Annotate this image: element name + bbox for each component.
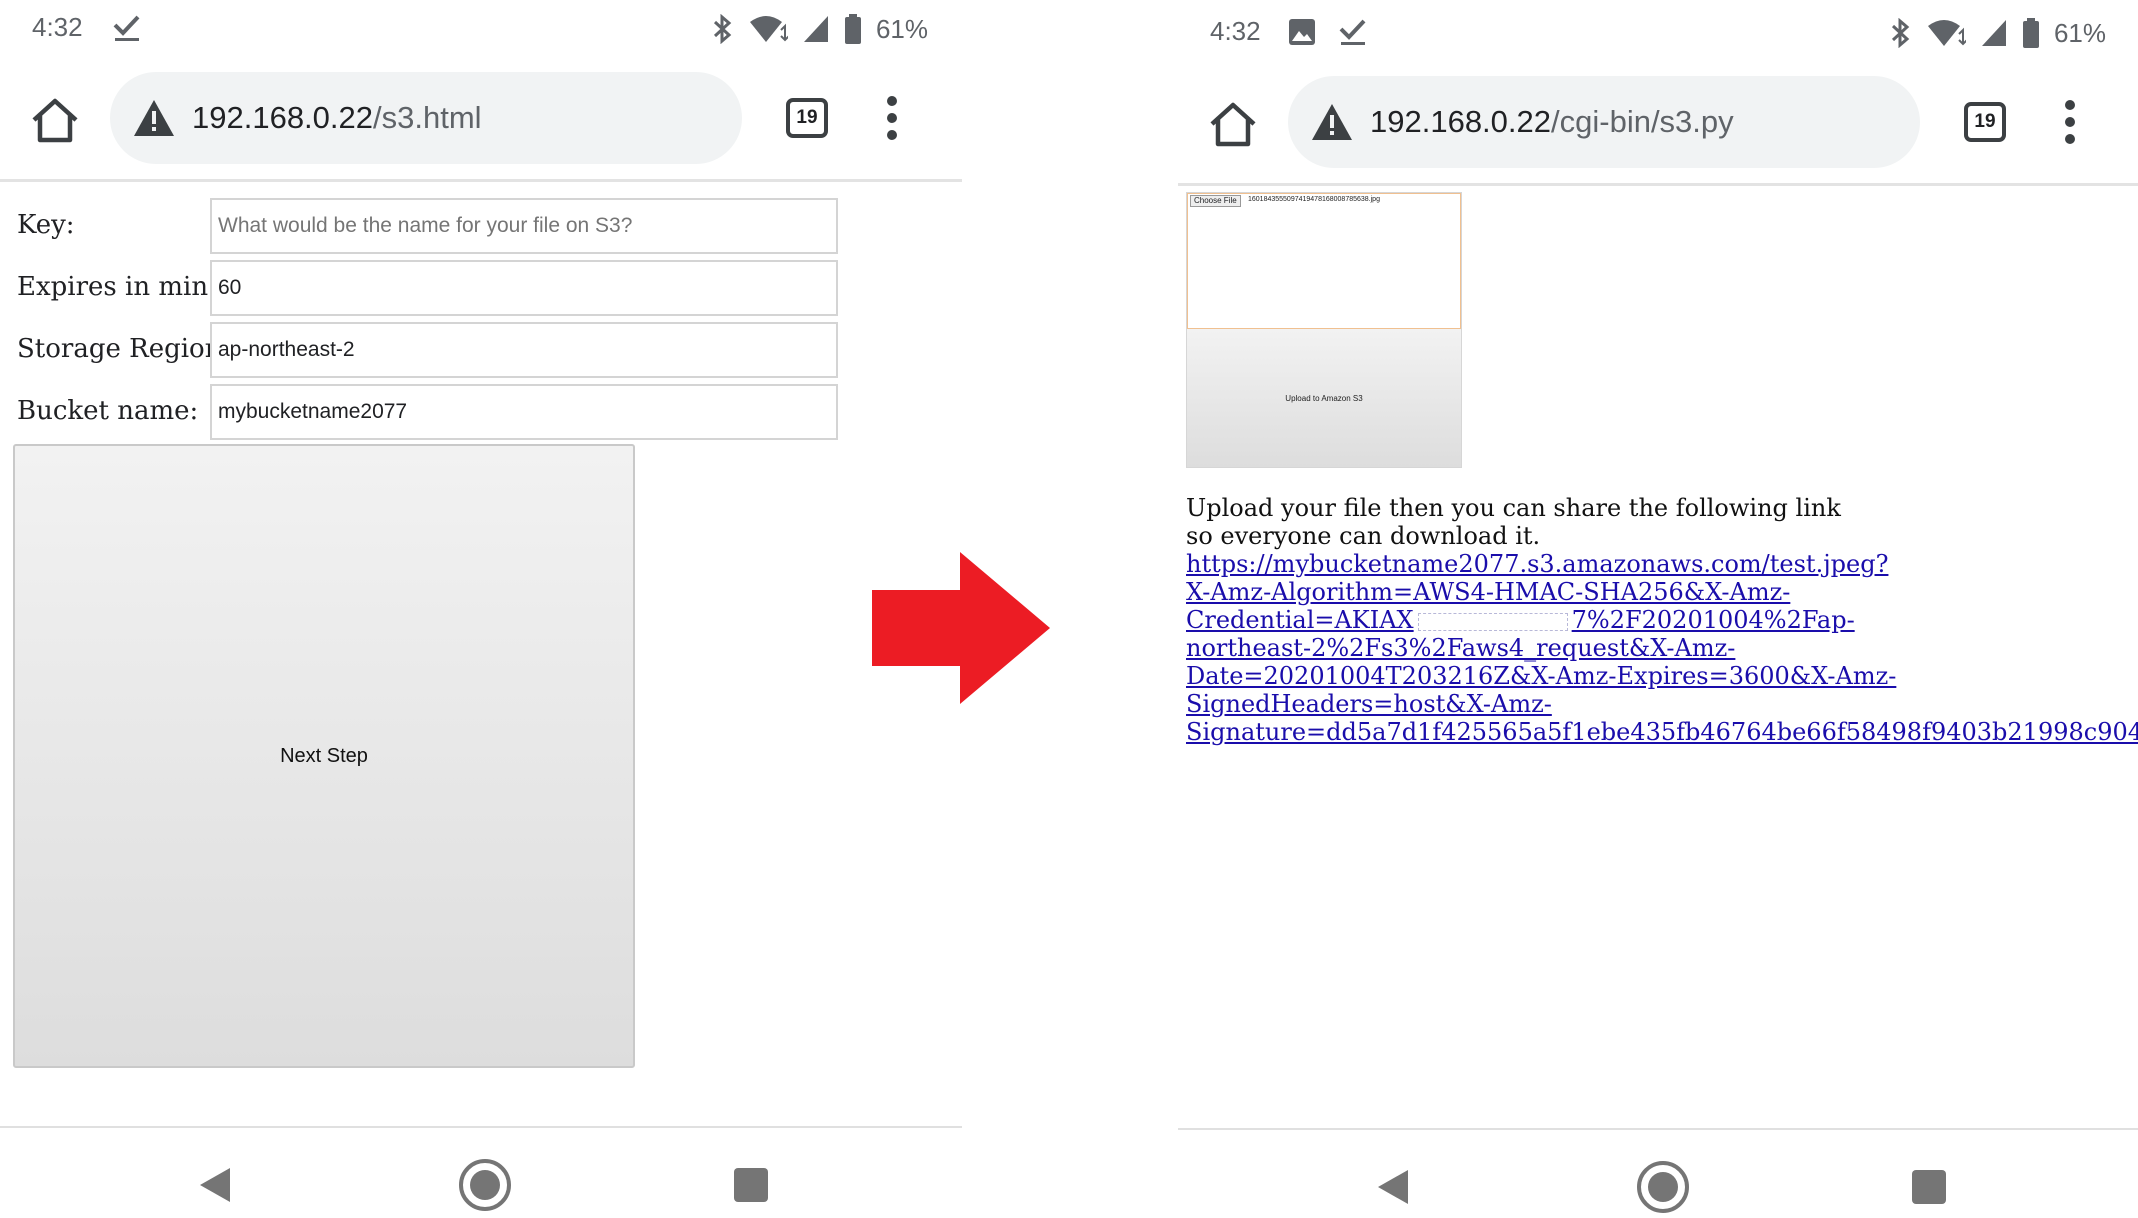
link-line: SignedHeaders=host&X-Amz-	[1186, 690, 1552, 718]
key-input[interactable]	[210, 198, 838, 254]
url-path: /cgi-bin/s3.py	[1551, 104, 1734, 139]
battery-percentage: 61%	[2053, 17, 2106, 48]
wifi-icon	[1927, 20, 1966, 46]
battery-icon	[844, 14, 861, 44]
link-line: https://mybucketname2077.s3.amazonaws.co…	[1186, 550, 1889, 578]
download-complete-icon	[1338, 16, 1368, 48]
region-row: Storage Region:	[0, 322, 962, 380]
tabs-count: 19	[1974, 111, 1996, 132]
recents-icon[interactable]	[734, 1168, 768, 1202]
status-icons: 61%	[712, 12, 928, 46]
image-icon	[1289, 19, 1315, 45]
checkmark-icon	[1339, 19, 1366, 45]
status-bar: 4:32 61%	[1178, 0, 2138, 58]
signal-icon	[1981, 20, 2006, 46]
bucket-input[interactable]	[210, 384, 838, 440]
address-bar[interactable]: 192.168.0.22/s3.html	[110, 72, 742, 164]
left-phone-screen: 4:32 61% 192.168.0.22/s3.html 19 Key: Ex…	[0, 0, 962, 1218]
region-input[interactable]	[210, 322, 838, 378]
redacted-credential	[1417, 612, 1568, 631]
battery-percentage: 61%	[875, 13, 928, 44]
menu-icon[interactable]	[2060, 100, 2080, 144]
browser-toolbar: 192.168.0.22/s3.html 19	[0, 58, 962, 182]
download-complete-icon	[112, 12, 142, 44]
status-time: 4:32	[1210, 16, 1261, 46]
bluetooth-icon	[1891, 18, 1910, 48]
link-line: X-Amz-Algorithm=AWS4-HMAC-SHA256&X-Amz-	[1186, 578, 1791, 606]
status-time: 4:32	[32, 12, 83, 42]
status-bar: 4:32 61%	[0, 0, 962, 58]
bucket-label: Bucket name:	[17, 396, 199, 426]
checkmark-icon	[113, 15, 140, 41]
wifi-icon	[749, 16, 788, 42]
home-circle-icon[interactable]	[458, 1158, 512, 1212]
bucket-row: Bucket name:	[0, 384, 962, 442]
url-text[interactable]: 192.168.0.22/s3.html	[192, 100, 482, 136]
link-line: northeast-2%2Fs3%2Faws4_request&X-Amz-	[1186, 634, 1736, 662]
back-icon[interactable]	[198, 1166, 232, 1204]
link-line: Credential=AKIAX	[1186, 606, 1414, 634]
expires-row: Expires in min.:	[0, 260, 962, 318]
choose-file-button[interactable]: Choose File	[1190, 195, 1241, 207]
tabs-icon[interactable]: 19	[1964, 102, 2006, 142]
url-host: 192.168.0.22	[1370, 104, 1552, 139]
menu-icon[interactable]	[882, 96, 902, 140]
region-label: Storage Region:	[17, 334, 231, 364]
next-step-button[interactable]: Next Step	[13, 444, 635, 1068]
back-icon[interactable]	[1376, 1168, 1410, 1206]
browser-toolbar: 192.168.0.22/cgi-bin/s3.py 19	[1178, 62, 2138, 186]
home-icon[interactable]	[30, 96, 80, 146]
selected-file-name: 1601843555097419478168008785638.jpg	[1248, 196, 1380, 203]
link-line: 7%2F20201004%2Fap-	[1571, 606, 1855, 634]
right-arrow-icon	[872, 552, 1050, 704]
battery-icon	[2022, 18, 2039, 48]
key-row: Key:	[0, 198, 962, 256]
file-input-area[interactable]: Choose File 1601843555097419478168008785…	[1187, 193, 1461, 329]
presigned-url-link[interactable]: https://mybucketname2077.s3.amazonaws.co…	[1186, 550, 2138, 746]
tabs-icon[interactable]: 19	[786, 98, 828, 138]
expires-label: Expires in min.:	[17, 272, 226, 302]
upload-form: Choose File 1601843555097419478168008785…	[1186, 192, 1462, 468]
home-circle-icon[interactable]	[1636, 1160, 1690, 1214]
link-line: Signature=dd5a7d1f425565a5f1ebe435fb4676…	[1186, 718, 2138, 746]
image-notification	[1288, 16, 1316, 48]
recents-icon[interactable]	[1912, 1170, 1946, 1204]
signal-icon	[803, 16, 828, 42]
bluetooth-icon	[713, 14, 732, 44]
key-label: Key:	[17, 210, 75, 240]
home-icon[interactable]	[1208, 100, 1258, 150]
tabs-count: 19	[796, 107, 818, 128]
share-instructions: Upload your file then you can share the …	[1186, 494, 1841, 550]
url-host: 192.168.0.22	[192, 100, 374, 135]
navigation-bar	[0, 1126, 962, 1218]
address-bar[interactable]: 192.168.0.22/cgi-bin/s3.py	[1288, 76, 1920, 168]
expires-input[interactable]	[210, 260, 838, 316]
warning-icon[interactable]	[132, 98, 176, 138]
status-icons: 61%	[1890, 16, 2106, 50]
link-line: Date=20201004T203216Z&X-Amz-Expires=3600…	[1186, 662, 1897, 690]
warning-icon[interactable]	[1310, 102, 1354, 142]
url-path: /s3.html	[373, 100, 482, 135]
upload-to-s3-button[interactable]: Upload to Amazon S3	[1187, 329, 1461, 467]
right-phone-screen: 4:32 61% 192.168.0.22/cgi-bin/s3.py 19 C…	[1178, 0, 2138, 1218]
navigation-bar	[1178, 1128, 2138, 1218]
url-text[interactable]: 192.168.0.22/cgi-bin/s3.py	[1370, 104, 1734, 140]
